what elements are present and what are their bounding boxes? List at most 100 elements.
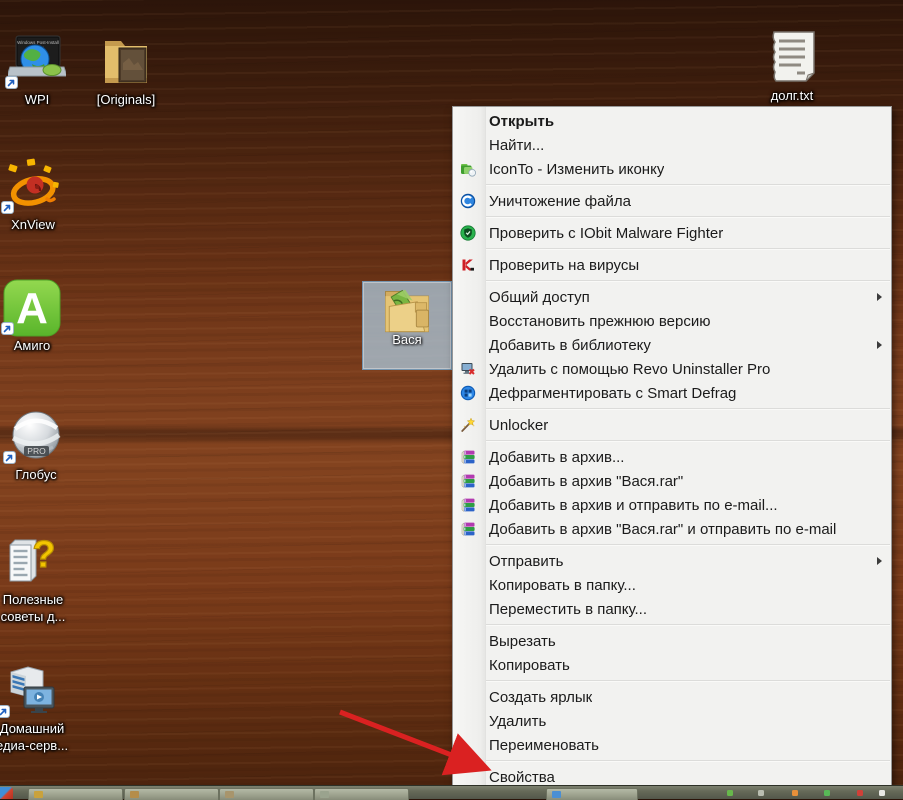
menu-item-21[interactable]: Добавить в архив "Вася.rar" и отправить …: [453, 517, 891, 541]
svg-text:A: A: [16, 284, 48, 333]
menu-item-label: Удалить с помощью Revo Uninstaller Pro: [489, 360, 771, 378]
menu-item-20[interactable]: Добавить в архив и отправить по e-mail..…: [453, 493, 891, 517]
menu-item-4[interactable]: Уничтожение файла: [453, 189, 891, 213]
desktop-icon-label: долг.txt: [770, 88, 814, 103]
blank-icon: [458, 633, 478, 649]
photo-folder-icon: [88, 33, 164, 91]
tray-icon-1[interactable]: [758, 790, 764, 796]
svg-text:Windows Post-Install: Windows Post-Install: [17, 40, 59, 45]
desktop-icon-label: XnView: [11, 217, 55, 232]
taskbar-button-icon: [130, 791, 139, 798]
desktop-icon-dolg-txt[interactable]: долг.txt: [754, 29, 830, 104]
tray-icon-2[interactable]: [792, 790, 798, 796]
unlocker-wand-icon: [458, 417, 478, 433]
menu-item-0[interactable]: Открыть: [453, 109, 891, 133]
menu-item-label: Копировать в папку...: [489, 576, 636, 594]
selected-desktop-item-vasya[interactable]: Вася: [362, 281, 452, 370]
tray-icon-0[interactable]: [727, 790, 733, 796]
desktop-icon-poleznye-sovety[interactable]: ? Полезные советы д...: [0, 533, 68, 625]
menu-item-23[interactable]: Отправить: [453, 549, 891, 573]
menu-item-11[interactable]: Восстановить прежнюю версию: [453, 309, 891, 333]
menu-separator: [486, 760, 890, 762]
menu-item-18[interactable]: Добавить в архив...: [453, 445, 891, 469]
menu-item-19[interactable]: Добавить в архив "Вася.rar": [453, 469, 891, 493]
blank-icon: [458, 713, 478, 729]
start-button[interactable]: [0, 787, 13, 799]
taskbar-button-icon: [34, 791, 43, 798]
menu-item-label: Unlocker: [489, 416, 549, 434]
desktop-icon-label: [Originals]: [96, 92, 156, 107]
menu-item-6[interactable]: Проверить с IObit Malware Fighter: [453, 221, 891, 245]
taskbar-button-2[interactable]: [219, 788, 314, 800]
winrar-icon: [458, 473, 478, 489]
menu-separator: [486, 216, 890, 218]
menu-item-12[interactable]: Добавить в библиотеку: [453, 333, 891, 357]
menu-item-25[interactable]: Переместить в папку...: [453, 597, 891, 621]
blank-icon: [458, 737, 478, 753]
iconto-icon: [458, 161, 478, 177]
taskbar-button-1[interactable]: [124, 788, 219, 800]
help-doc-icon: ?: [0, 533, 68, 591]
shortcut-arrow-icon: [5, 76, 18, 89]
desktop-icon-originals-folder[interactable]: [Originals]: [88, 33, 164, 108]
menu-item-24[interactable]: Копировать в папку...: [453, 573, 891, 597]
menu-item-28[interactable]: Копировать: [453, 653, 891, 677]
winrar-icon: [458, 497, 478, 513]
desktop-icon-globus[interactable]: PRO Глобус: [2, 408, 70, 483]
menu-separator: [486, 184, 890, 186]
menu-item-label: IconTo - Изменить иконку: [489, 160, 665, 178]
shortcut-arrow-icon: [1, 201, 14, 214]
winrar-icon: [458, 521, 478, 537]
menu-item-27[interactable]: Вырезать: [453, 629, 891, 653]
blank-icon: [458, 113, 478, 129]
menu-item-2[interactable]: IconTo - Изменить иконку: [453, 157, 891, 181]
desktop-icon-label: едиа-серв...: [0, 738, 69, 753]
menu-separator: [486, 248, 890, 250]
desktop-icon-wpi[interactable]: Windows Post-InstallWizardWPI: [4, 33, 70, 108]
taskbar-button-4[interactable]: [546, 788, 638, 800]
svg-text:PRO: PRO: [27, 446, 46, 456]
tray-icon-4[interactable]: [857, 790, 863, 796]
menu-item-1[interactable]: Найти...: [453, 133, 891, 157]
menu-item-label: Дефрагментировать с Smart Defrag: [489, 384, 737, 402]
blank-icon: [458, 657, 478, 673]
tray-icon-3[interactable]: [824, 790, 830, 796]
taskbar-button-icon: [225, 791, 234, 798]
menu-item-14[interactable]: Дефрагментировать с Smart Defrag: [453, 381, 891, 405]
desktop-icon-amigo[interactable]: A Амиго: [0, 279, 64, 354]
tray-icon-5[interactable]: [879, 790, 885, 796]
menu-separator: [486, 544, 890, 546]
menu-item-label: Добавить в архив и отправить по e-mail..…: [489, 496, 778, 514]
taskbar-button-0[interactable]: [28, 788, 123, 800]
taskbar-button-3[interactable]: [314, 788, 409, 800]
desktop-icon-label: Полезные: [2, 592, 64, 607]
blank-icon: [458, 769, 478, 785]
globe-pro-icon: PRO: [2, 408, 70, 466]
menu-item-30[interactable]: Создать ярлык: [453, 685, 891, 709]
menu-item-label: Добавить в архив...: [489, 448, 625, 466]
submenu-arrow-icon: [877, 293, 882, 301]
wpi-icon: Windows Post-InstallWizard: [4, 33, 70, 91]
menu-item-label: Переместить в папку...: [489, 600, 648, 618]
menu-item-8[interactable]: Проверить на вирусы: [453, 253, 891, 277]
menu-item-label: Добавить в архив "Вася.rar" и отправить …: [489, 520, 837, 538]
context-menu: Открыть Найти... IconTo - Изменить иконку У…: [452, 106, 892, 791]
smart-defrag-icon: [458, 385, 478, 401]
menu-item-label: Отправить: [489, 552, 564, 570]
desktop-icon-xnview[interactable]: XnView: [0, 158, 66, 233]
menu-separator: [486, 624, 890, 626]
menu-item-label: Добавить в библиотеку: [489, 336, 651, 354]
menu-item-16[interactable]: Unlocker: [453, 413, 891, 437]
shortcut-arrow-icon: [1, 322, 14, 335]
menu-item-label: Уничтожение файла: [489, 192, 631, 210]
menu-item-10[interactable]: Общий доступ: [453, 285, 891, 309]
menu-item-32[interactable]: Переименовать: [453, 733, 891, 757]
menu-item-13[interactable]: Удалить с помощью Revo Uninstaller Pro: [453, 357, 891, 381]
desktop-icon-label: Домашний: [0, 721, 65, 736]
shortcut-arrow-icon: [3, 451, 16, 464]
menu-item-label: Найти...: [489, 136, 545, 154]
blank-icon: [458, 601, 478, 617]
taskbar: [0, 785, 903, 800]
menu-item-31[interactable]: Удалить: [453, 709, 891, 733]
desktop-icon-home-media-server[interactable]: Домашний едиа-серв...: [0, 662, 68, 754]
